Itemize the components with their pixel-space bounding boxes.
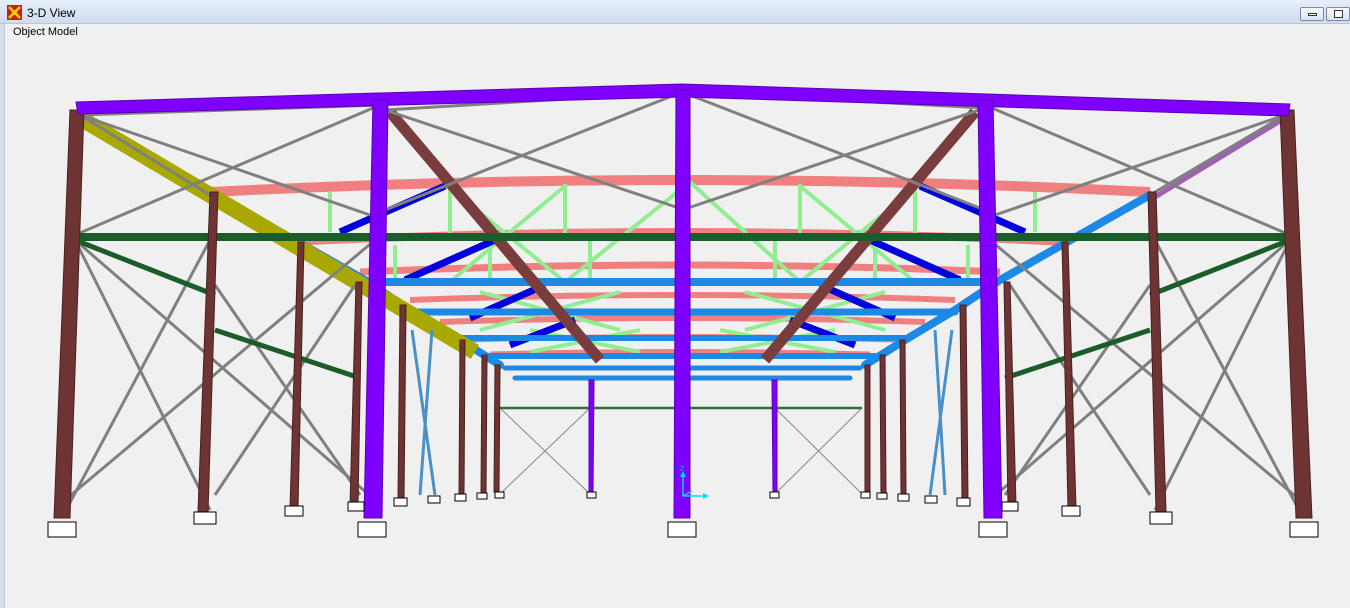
model-3d-viewport[interactable]: Z — [5, 40, 1350, 608]
minimize-icon — [1308, 13, 1317, 16]
portal-frame — [75, 83, 1291, 519]
restore-icon — [1334, 10, 1343, 18]
view-mode-label: Object Model — [13, 26, 78, 38]
sap-app-icon — [7, 5, 22, 20]
window-titlebar: 3-D View — [0, 0, 1350, 24]
restore-button[interactable] — [1326, 7, 1350, 21]
axis-z-label: Z — [680, 466, 685, 473]
window-title: 3-D View — [27, 6, 76, 20]
minimize-button[interactable] — [1300, 7, 1324, 21]
